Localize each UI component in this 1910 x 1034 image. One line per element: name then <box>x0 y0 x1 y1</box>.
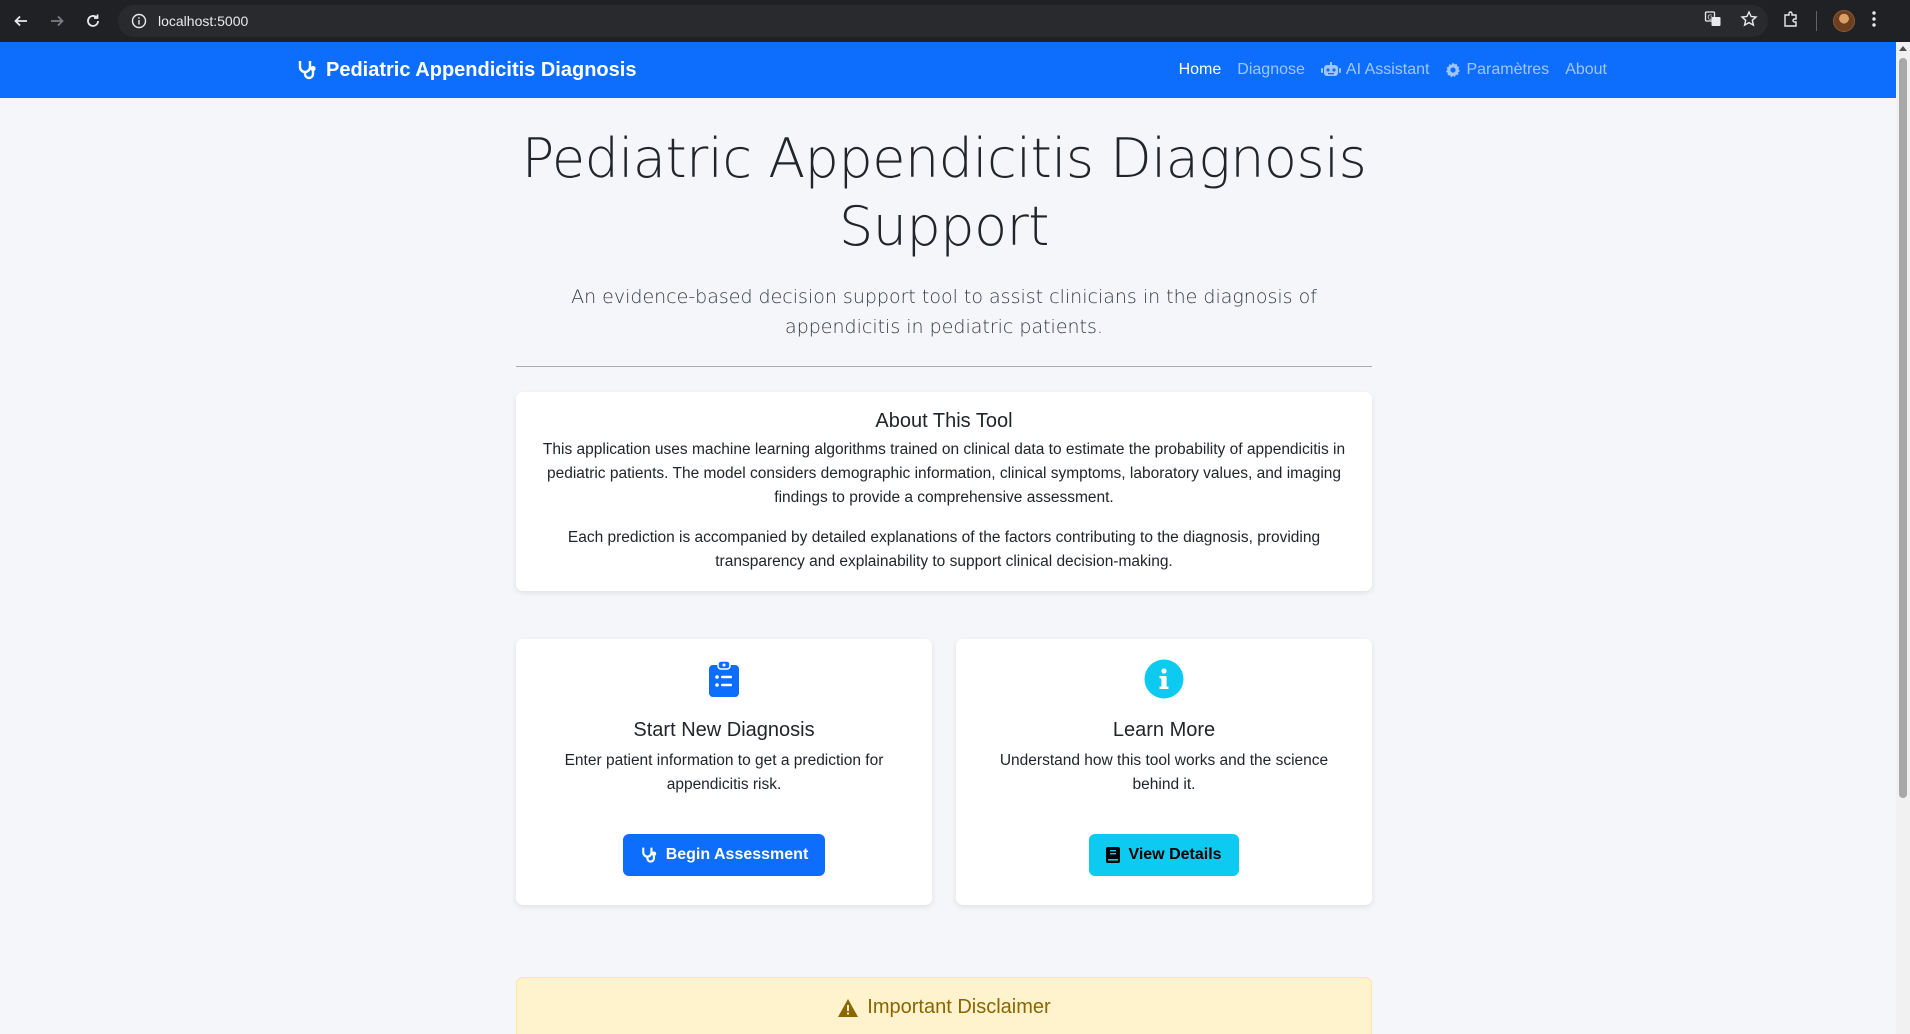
start-diagnosis-text: Enter patient information to get a predi… <box>564 752 884 793</box>
title-line-1: Pediatric Appendicitis Diagnosis <box>521 127 1367 190</box>
reload-button[interactable] <box>78 6 108 36</box>
reload-icon <box>87 14 99 27</box>
arrow-left-icon <box>14 15 27 27</box>
info-circle-icon <box>976 657 1352 701</box>
start-diagnosis-card: Start New Diagnosis Enter patient inform… <box>516 639 932 905</box>
divider <box>516 366 1372 367</box>
begin-assessment-label: Begin Assessment <box>665 846 809 863</box>
gear-icon <box>1446 62 1461 78</box>
translate-icon[interactable]: G <box>1704 10 1722 33</box>
stethoscope-icon <box>641 847 656 863</box>
about-title: About This Tool <box>875 410 1013 432</box>
site-info-icon[interactable] <box>130 12 148 30</box>
title-line-2: Support <box>839 195 1049 258</box>
robot-icon <box>1320 62 1341 76</box>
nav-links: Home Diagnose AI Assistant Paramètres Ab… <box>1179 42 1607 98</box>
browser-menu-icon[interactable] <box>1871 10 1877 33</box>
bookmark-star-icon[interactable] <box>1740 9 1758 33</box>
nav-ai-assistant-label: AI Assistant <box>1345 61 1430 78</box>
about-paragraph-1: This application uses machine learning a… <box>542 441 1346 506</box>
learn-more-card: Learn More Understand how this tool work… <box>956 639 1372 905</box>
about-card: About This Tool This application uses ma… <box>516 392 1372 591</box>
nav-parametres-label: Paramètres <box>1466 61 1550 78</box>
start-diagnosis-title: Start New Diagnosis <box>633 719 815 741</box>
brand-text: Pediatric Appendicitis Diagnosis <box>326 58 637 81</box>
scrollbar-thumb[interactable] <box>1899 58 1907 798</box>
url-text[interactable]: localhost:5000 <box>158 13 248 29</box>
profile-avatar[interactable] <box>1833 10 1855 32</box>
browser-toolbar: localhost:5000 G <box>0 0 1910 42</box>
extensions-icon[interactable] <box>1782 10 1800 33</box>
view-details-button[interactable]: View Details <box>1089 834 1239 876</box>
site-navbar: Pediatric Appendicitis Diagnosis Home Di… <box>0 42 1896 98</box>
begin-assessment-button[interactable]: Begin Assessment <box>622 834 826 876</box>
warning-icon <box>838 998 859 1017</box>
page-scrollbar[interactable] <box>1896 42 1910 1034</box>
clipboard-list-icon <box>536 657 912 701</box>
navbar-brand[interactable]: Pediatric Appendicitis Diagnosis <box>296 42 636 98</box>
nav-ai-assistant[interactable]: AI Assistant <box>1320 61 1430 79</box>
nav-diagnose[interactable]: Diagnose <box>1237 61 1305 79</box>
page-lead: An evidence-based decision support tool … <box>571 286 1317 338</box>
forward-button[interactable] <box>42 6 72 36</box>
about-paragraph-2: Each prediction is accompanied by detail… <box>567 529 1321 570</box>
back-button[interactable] <box>6 6 36 36</box>
disclaimer-title: Important Disclaimer <box>867 996 1051 1018</box>
learn-more-title: Learn More <box>1112 719 1216 741</box>
arrow-right-icon <box>51 15 64 27</box>
disclaimer-alert: Important Disclaimer <box>516 977 1372 1034</box>
svg-text:G: G <box>1707 13 1712 21</box>
address-bar[interactable]: localhost:5000 G <box>118 5 1768 37</box>
nav-home[interactable]: Home <box>1179 61 1222 79</box>
main-content: Pediatric Appendicitis Diagnosis Support… <box>516 98 1372 1034</box>
toolbar-divider <box>1816 11 1817 31</box>
page-title: Pediatric Appendicitis Diagnosis Support <box>516 125 1372 261</box>
view-details-label: View Details <box>1128 846 1222 863</box>
book-icon <box>1106 847 1121 863</box>
scroll-up-arrow[interactable] <box>1899 46 1907 51</box>
nav-about[interactable]: About <box>1565 61 1607 79</box>
nav-parametres[interactable]: Paramètres <box>1445 61 1549 79</box>
stethoscope-icon <box>298 61 316 80</box>
learn-more-text: Understand how this tool works and the s… <box>999 752 1329 793</box>
feature-cards: Start New Diagnosis Enter patient inform… <box>516 639 1372 905</box>
disclaimer-heading: Important Disclaimer <box>837 996 1051 1019</box>
